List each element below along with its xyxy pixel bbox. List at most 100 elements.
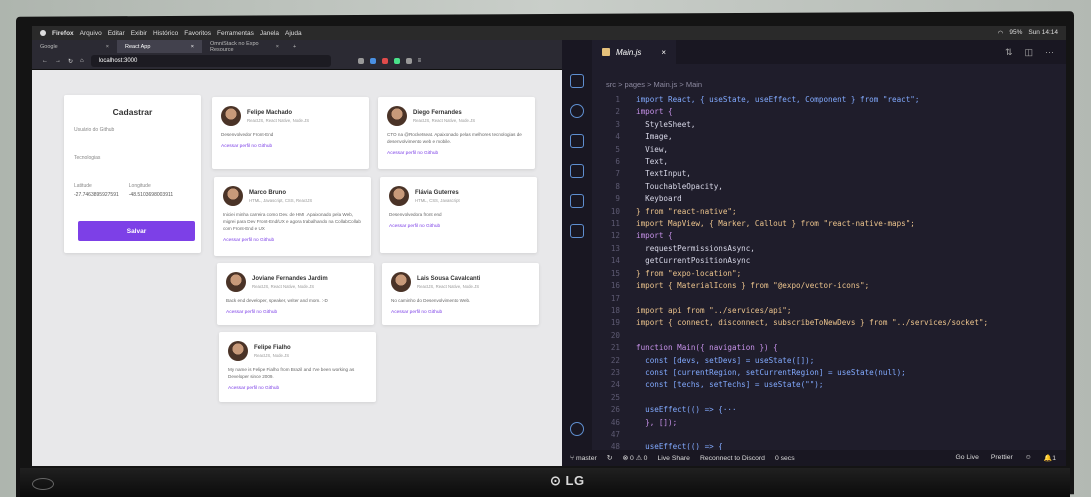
extension-icon[interactable] bbox=[381, 58, 388, 64]
extensions-icon[interactable] bbox=[570, 194, 584, 208]
code-line[interactable]: 13 requestPermissionsAsync, bbox=[598, 243, 988, 255]
code-line[interactable]: 18 import api from "../services/api"; bbox=[598, 305, 988, 317]
code-editor[interactable]: 1 import React, { useState, useEffect, Co… bbox=[598, 94, 988, 454]
feedback-icon[interactable]: ☺ bbox=[1025, 454, 1032, 462]
explorer-icon[interactable] bbox=[570, 74, 584, 88]
code-line[interactable]: 6 Text, bbox=[598, 156, 988, 168]
extension-icon[interactable] bbox=[405, 58, 412, 64]
split-editor-icon[interactable]: ◫ bbox=[1024, 47, 1033, 58]
extension-icon[interactable] bbox=[393, 58, 400, 64]
code-line[interactable]: 5 View, bbox=[598, 144, 988, 156]
new-tab-icon[interactable]: + bbox=[293, 44, 296, 50]
github-profile-link[interactable]: Acessar perfil no Github bbox=[228, 386, 367, 391]
github-profile-link[interactable]: Acessar perfil no Github bbox=[223, 238, 362, 243]
code-line[interactable]: 15} from "expo-location"; bbox=[598, 268, 988, 280]
code-line[interactable]: 46 }, []); bbox=[598, 417, 988, 429]
compare-icon[interactable]: ⇅ bbox=[1005, 47, 1013, 58]
close-icon[interactable]: × bbox=[106, 44, 109, 50]
menu-arquivo[interactable]: Arquivo bbox=[80, 30, 102, 37]
gear-icon[interactable] bbox=[570, 422, 584, 436]
code-line[interactable]: 11 import MapView, { Marker, Callout } fr… bbox=[598, 218, 988, 230]
debug-icon[interactable] bbox=[570, 164, 584, 178]
tab-omnistack[interactable]: OmniStack no Expo Resource × bbox=[202, 40, 287, 53]
home-icon[interactable]: ⌂ bbox=[80, 58, 84, 64]
menu-historico[interactable]: Histórico bbox=[153, 30, 178, 37]
source-control-icon[interactable] bbox=[570, 134, 584, 148]
code-line[interactable]: 7 TextInput, bbox=[598, 168, 988, 180]
techs-field[interactable]: Tecnologias bbox=[74, 155, 191, 161]
code-text: Text, bbox=[636, 157, 669, 167]
forward-icon[interactable]: → bbox=[55, 58, 61, 64]
code-text: import { connect, disconnect, subscribeT… bbox=[636, 318, 989, 328]
close-icon[interactable]: × bbox=[276, 44, 279, 50]
latitude-field[interactable]: Latitude -27.7463895927591 bbox=[74, 183, 119, 198]
discord-status[interactable]: Reconnect to Discord bbox=[700, 455, 765, 462]
menubar-app-name[interactable]: Firefox bbox=[52, 30, 74, 37]
github-profile-link[interactable]: Acessar perfil no Github bbox=[391, 310, 530, 315]
code-line[interactable]: 10} from "react-native"; bbox=[598, 206, 988, 218]
back-icon[interactable]: ← bbox=[42, 58, 48, 64]
code-line[interactable]: 26 useEffect(() => {··· bbox=[598, 404, 988, 416]
code-line[interactable]: 47 bbox=[598, 429, 988, 441]
save-button[interactable]: Salvar bbox=[78, 221, 195, 241]
longitude-field[interactable]: Longitude -48.5103698003911 bbox=[129, 183, 173, 198]
remote-icon[interactable] bbox=[570, 224, 584, 238]
code-line[interactable]: 1 import React, { useState, useEffect, Co… bbox=[598, 94, 988, 106]
search-icon[interactable] bbox=[570, 104, 584, 118]
code-line[interactable]: 2 import { bbox=[598, 106, 988, 118]
more-actions-icon[interactable]: ··· bbox=[1045, 47, 1054, 58]
prettier-status[interactable]: Prettier bbox=[991, 454, 1013, 462]
menu-favoritos[interactable]: Favoritos bbox=[184, 30, 211, 37]
tab-google[interactable]: Google × bbox=[32, 40, 117, 53]
wifi-icon[interactable]: ◠ bbox=[998, 29, 1004, 37]
clock[interactable]: Sun 14:14 bbox=[1028, 29, 1058, 37]
branch-status[interactable]: ⑂ master bbox=[570, 455, 597, 462]
reload-icon[interactable]: ↻ bbox=[68, 58, 73, 65]
code-line[interactable]: 24 const [techs, setTechs] = useState(""… bbox=[598, 379, 988, 391]
code-line[interactable]: 4 Image, bbox=[598, 131, 988, 143]
notifications-bell-icon[interactable]: 🔔1 bbox=[1044, 454, 1056, 462]
liveshare-status[interactable]: Live Share bbox=[657, 455, 690, 462]
github-profile-link[interactable]: Acessar perfil no Github bbox=[387, 151, 526, 156]
battery-status[interactable]: 95% bbox=[1009, 29, 1022, 37]
close-icon[interactable]: × bbox=[191, 44, 194, 50]
problems-status[interactable]: ⊗ 0 ⚠ 0 bbox=[622, 454, 647, 462]
code-line[interactable]: 16 import { MaterialIcons } from "@expo/v… bbox=[598, 280, 988, 292]
url-bar[interactable]: localhost:3000 bbox=[90, 55, 331, 67]
apple-icon[interactable] bbox=[40, 30, 46, 36]
code-line[interactable]: 20 bbox=[598, 330, 988, 342]
menu-exibir[interactable]: Exibir bbox=[131, 30, 147, 37]
code-line[interactable]: 23 const [currentRegion, setCurrentRegio… bbox=[598, 367, 988, 379]
code-line[interactable]: 19 import { connect, disconnect, subscrib… bbox=[598, 317, 988, 329]
hamburger-menu-icon[interactable]: ≡ bbox=[418, 58, 422, 64]
close-icon[interactable]: × bbox=[661, 48, 666, 57]
menu-ajuda[interactable]: Ajuda bbox=[285, 30, 302, 37]
tab-label: OmniStack no Expo Resource bbox=[210, 40, 259, 53]
extension-icon[interactable] bbox=[369, 58, 376, 64]
code-line[interactable]: 3 StyleSheet, bbox=[598, 119, 988, 131]
github-profile-link[interactable]: Acessar perfil no Github bbox=[226, 310, 365, 315]
code-line[interactable]: 21 function Main({ navigation }) { bbox=[598, 342, 988, 354]
code-line[interactable]: 14 getCurrentPositionAsync bbox=[598, 255, 988, 267]
sync-icon[interactable]: ↻ bbox=[607, 454, 613, 462]
github-profile-link[interactable]: Acessar perfil no Github bbox=[389, 224, 528, 229]
code-line[interactable]: 25 bbox=[598, 392, 988, 404]
code-line[interactable]: 22 const [devs, setDevs] = useState([]); bbox=[598, 355, 988, 367]
menu-janela[interactable]: Janela bbox=[260, 30, 279, 37]
lg-logo: ⊙ LG bbox=[550, 473, 585, 488]
code-line[interactable]: 9 Keyboard bbox=[598, 193, 988, 205]
timer-status[interactable]: 0 secs bbox=[775, 455, 795, 462]
go-live-button[interactable]: Go Live bbox=[955, 454, 978, 462]
menu-editar[interactable]: Editar bbox=[108, 30, 125, 37]
code-line[interactable]: 17 bbox=[598, 293, 988, 305]
github-profile-link[interactable]: Acessar perfil no Github bbox=[221, 144, 360, 149]
menu-ferramentas[interactable]: Ferramentas bbox=[217, 30, 254, 37]
extension-icon[interactable] bbox=[357, 58, 364, 64]
breadcrumb[interactable]: src > pages > Main.js > Main bbox=[606, 80, 702, 89]
dev-bio: CTO na @Rocketseat. Apaixonado pelas mel… bbox=[387, 132, 522, 144]
code-line[interactable]: 8 TouchableOpacity, bbox=[598, 181, 988, 193]
github-username-field[interactable]: Usuário do Github bbox=[74, 127, 191, 133]
code-line[interactable]: 12 import { bbox=[598, 230, 988, 242]
tab-react-app[interactable]: React App × bbox=[117, 40, 202, 53]
tab-main-js[interactable]: Main.js × bbox=[592, 40, 677, 64]
